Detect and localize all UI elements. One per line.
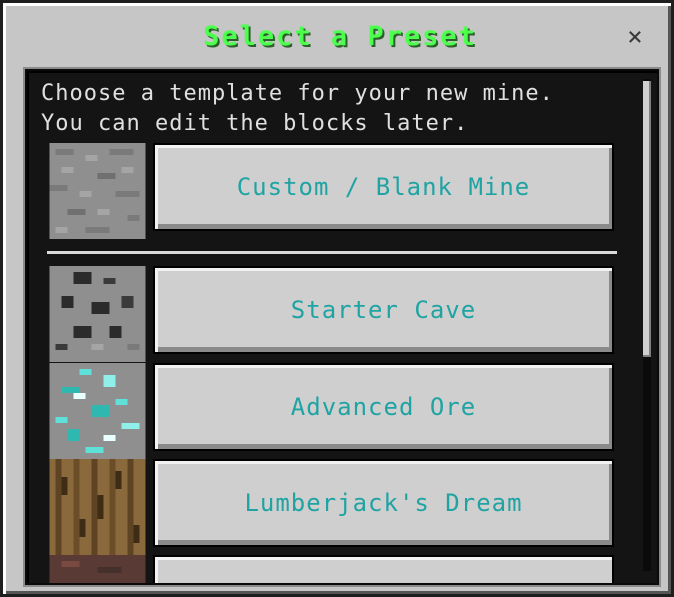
custom-blank-mine-button[interactable]: Custom / Blank Mine <box>153 143 614 231</box>
scrollbar[interactable] <box>643 79 651 571</box>
advanced-ore-button[interactable]: Advanced Ore <box>153 363 614 451</box>
description-line-1: Choose a template for your new mine. <box>41 81 554 106</box>
lumberjacks-dream-button[interactable]: Lumberjack's Dream <box>153 459 614 547</box>
next-preset-button-partial[interactable] <box>153 555 614 583</box>
oak-log-block-icon <box>49 459 146 555</box>
dialog-title: Select a Preset <box>203 21 477 52</box>
scrollbar-thumb[interactable] <box>643 81 651 357</box>
diamond-ore-block-icon <box>49 363 146 459</box>
preset-list-panel[interactable]: Choose a template for your new mine. You… <box>25 69 659 585</box>
close-icon[interactable]: × <box>621 23 649 51</box>
coal-ore-block-icon <box>49 266 146 362</box>
starter-cave-button[interactable]: Starter Cave <box>153 266 614 354</box>
section-divider <box>47 251 617 254</box>
description-line-2: You can edit the blocks later. <box>41 111 469 136</box>
preset-dialog: Select a Preset × Choose a template for … <box>0 0 674 597</box>
description: Choose a template for your new mine. You… <box>41 79 621 139</box>
stone-block-icon <box>49 143 146 239</box>
next-block-icon <box>49 555 146 583</box>
